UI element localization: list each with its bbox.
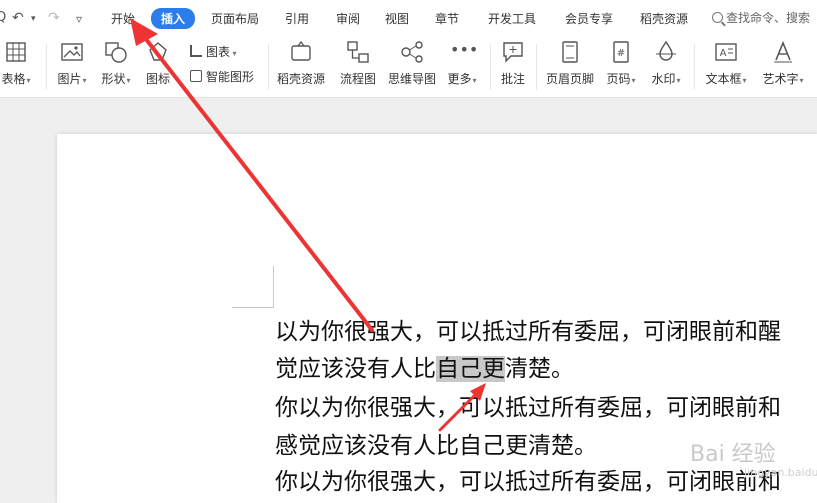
header-footer-label: 页眉页脚 bbox=[545, 72, 594, 86]
mindmap-icon bbox=[400, 40, 424, 64]
tab-page-layout[interactable]: 页面布局 bbox=[211, 10, 259, 27]
flowchart-icon bbox=[346, 40, 370, 64]
ribbon-separator bbox=[694, 44, 695, 90]
chart-button[interactable]: 图表 ▾ bbox=[190, 43, 237, 60]
icons-button[interactable]: 图标 bbox=[143, 40, 173, 87]
text-line-3[interactable]: 你以为你很强大，可以抵过所有委屈，可闭眼前和 bbox=[275, 388, 781, 422]
watermark-label: 水印 bbox=[648, 70, 684, 87]
ribbon-separator bbox=[490, 44, 491, 90]
watermark-text: Bai 经验 bbox=[690, 442, 776, 467]
more-icon: ••• bbox=[450, 40, 479, 59]
ribbon-separator bbox=[268, 44, 269, 90]
header-footer-button[interactable]: 页眉页脚 bbox=[544, 40, 596, 87]
textbox-icon: A bbox=[714, 40, 738, 64]
textbox-label: 文本框 bbox=[703, 70, 749, 87]
icons-label: 图标 bbox=[145, 72, 170, 86]
watermark-icon bbox=[654, 40, 678, 64]
page-number-label: 页码 bbox=[603, 70, 639, 87]
picture-icon bbox=[60, 40, 84, 64]
svg-text:A: A bbox=[720, 48, 727, 59]
comment-label: 批注 bbox=[500, 72, 525, 86]
shape-button[interactable]: 形状 bbox=[98, 40, 134, 87]
margin-corner-mark bbox=[273, 266, 274, 308]
picture-button[interactable]: 图片 bbox=[54, 40, 90, 87]
mindmap-button[interactable]: 思维导图 bbox=[386, 40, 438, 87]
command-search-placeholder: 查找命令、搜索 bbox=[726, 11, 811, 25]
chart-label: 图表 bbox=[206, 45, 231, 59]
undo-button[interactable]: ↶ bbox=[12, 10, 24, 26]
textbox-button[interactable]: A 文本框 bbox=[703, 40, 749, 87]
menu-bar: Q ↶ ▾ ↷ ▿ 开始 插入 页面布局 引用 审阅 视图 章节 开发工具 会员… bbox=[0, 0, 817, 36]
baidu-jingyan-watermark: Bai 经验 bbox=[690, 436, 776, 468]
tab-daoke-resources[interactable]: 稻壳资源 bbox=[640, 10, 688, 27]
table-icon bbox=[4, 40, 28, 64]
more-button[interactable]: ••• 更多 bbox=[444, 40, 480, 87]
command-search[interactable]: 查找命令、搜索 bbox=[712, 9, 810, 26]
header-footer-icon bbox=[558, 40, 582, 64]
text-line-1[interactable]: 以为你很强大，可以抵过所有委屈，可闭眼前和醒 bbox=[275, 312, 781, 346]
customize-quick-access-button[interactable]: ▿ bbox=[76, 12, 82, 26]
flowchart-button[interactable]: 流程图 bbox=[338, 40, 378, 87]
daoke-resources-label: 稻壳资源 bbox=[276, 72, 325, 86]
text-line-4[interactable]: 感觉应该没有人比自己更清楚。 bbox=[275, 426, 597, 460]
text-line-2-end: 清楚。 bbox=[505, 356, 574, 382]
tab-home[interactable]: 开始 bbox=[111, 10, 135, 27]
ribbon-separator bbox=[536, 44, 537, 90]
tab-view[interactable]: 视图 bbox=[385, 10, 409, 27]
tab-references[interactable]: 引用 bbox=[285, 10, 309, 27]
wordart-icon bbox=[771, 40, 795, 64]
tab-sections[interactable]: 章节 bbox=[435, 10, 459, 27]
chart-icon bbox=[190, 45, 202, 57]
shape-icon bbox=[104, 40, 128, 64]
page-number-icon: # bbox=[609, 40, 633, 64]
comment-icon bbox=[501, 40, 525, 64]
comment-button[interactable]: 批注 bbox=[498, 40, 528, 87]
svg-text:#: # bbox=[617, 48, 625, 59]
margin-corner-mark bbox=[232, 307, 274, 308]
selected-text[interactable]: 自己更 bbox=[436, 356, 505, 382]
tab-developer[interactable]: 开发工具 bbox=[488, 10, 536, 27]
shape-label: 形状 bbox=[98, 70, 134, 87]
tab-review[interactable]: 审阅 bbox=[336, 10, 360, 27]
daoke-resources-icon bbox=[289, 40, 313, 64]
text-line-2-start: 觉应该没有人比 bbox=[275, 356, 436, 382]
ribbon-separator bbox=[46, 44, 47, 90]
undo-dropdown-icon[interactable]: ▾ bbox=[31, 14, 36, 24]
table-button[interactable]: 表格 bbox=[0, 40, 36, 87]
redo-button[interactable]: ↷ bbox=[48, 10, 60, 26]
smart-graphic-button[interactable]: 智能图形 bbox=[190, 68, 254, 85]
more-label: 更多 bbox=[444, 70, 480, 87]
wordart-label: 艺术字 bbox=[760, 70, 806, 87]
wordart-button[interactable]: 艺术字 bbox=[760, 40, 806, 87]
watermark-button[interactable]: 水印 bbox=[648, 40, 684, 87]
ribbon-toolbar: 表格 图片 形状 图标 图表 ▾ 智能图形 稻壳资源 流程图 bbox=[0, 36, 817, 98]
watermark-url: jingyan.baidu.com bbox=[744, 466, 817, 479]
search-icon-partial[interactable]: Q bbox=[0, 10, 6, 25]
picture-label: 图片 bbox=[54, 70, 90, 87]
flowchart-label: 流程图 bbox=[339, 72, 376, 86]
tab-insert[interactable]: 插入 bbox=[151, 8, 196, 29]
daoke-resources-button[interactable]: 稻壳资源 bbox=[276, 40, 326, 87]
smart-graphic-icon bbox=[190, 70, 202, 82]
tab-member[interactable]: 会员专享 bbox=[565, 10, 613, 27]
search-icon bbox=[712, 12, 723, 23]
smart-graphic-label: 智能图形 bbox=[206, 70, 255, 84]
icons-icon bbox=[146, 40, 170, 64]
page-number-button[interactable]: # 页码 bbox=[603, 40, 639, 87]
text-line-2[interactable]: 觉应该没有人比自己更清楚。 bbox=[275, 349, 574, 383]
mindmap-label: 思维导图 bbox=[387, 72, 436, 86]
table-label: 表格 bbox=[0, 70, 36, 87]
